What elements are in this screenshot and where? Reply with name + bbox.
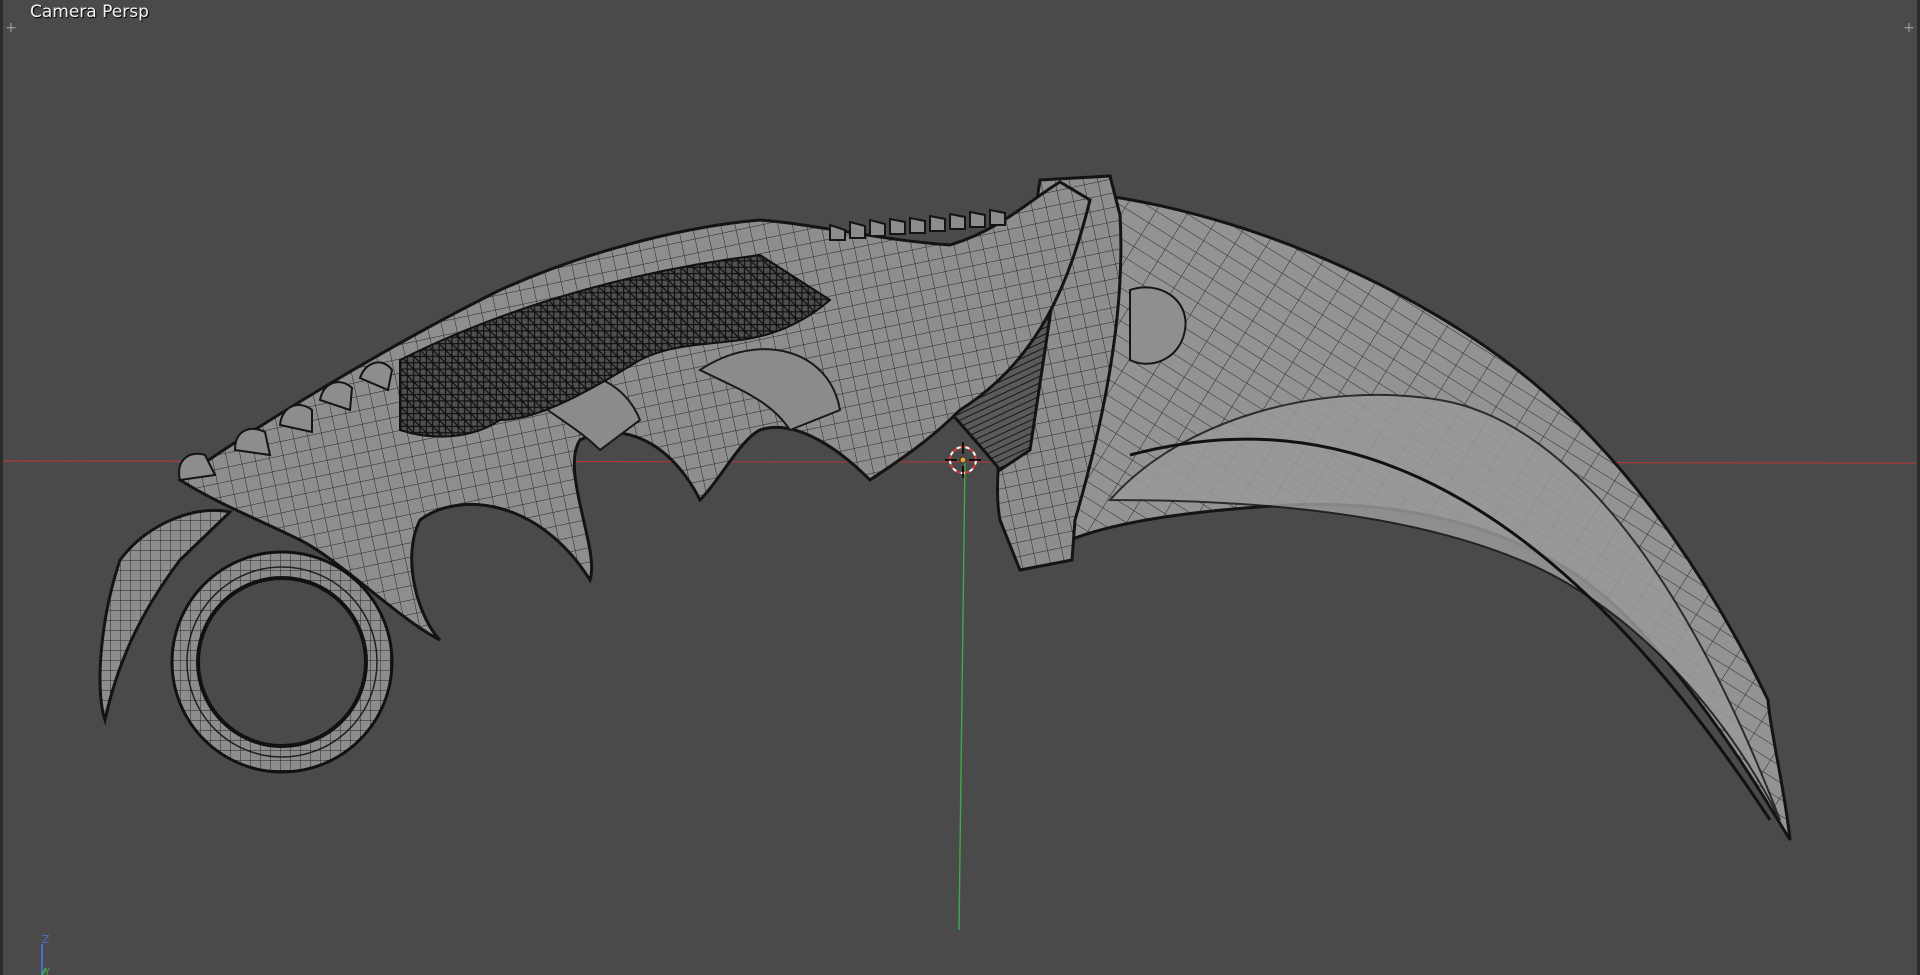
scene-canvas[interactable]	[0, 0, 1920, 975]
z-axis-label: Z	[42, 933, 50, 946]
y-axis-line	[958, 459, 966, 931]
y-axis-label: Y	[43, 967, 51, 975]
karambit-mesh[interactable]	[98, 174, 1792, 841]
finger-ring-hole	[196, 576, 368, 748]
3d-viewport[interactable]: Camera Persp + + Z Y	[0, 0, 1920, 975]
3d-cursor-icon[interactable]	[945, 442, 981, 478]
blade-bevel	[1107, 393, 1781, 821]
axis-gizmo: Z Y	[41, 933, 51, 975]
